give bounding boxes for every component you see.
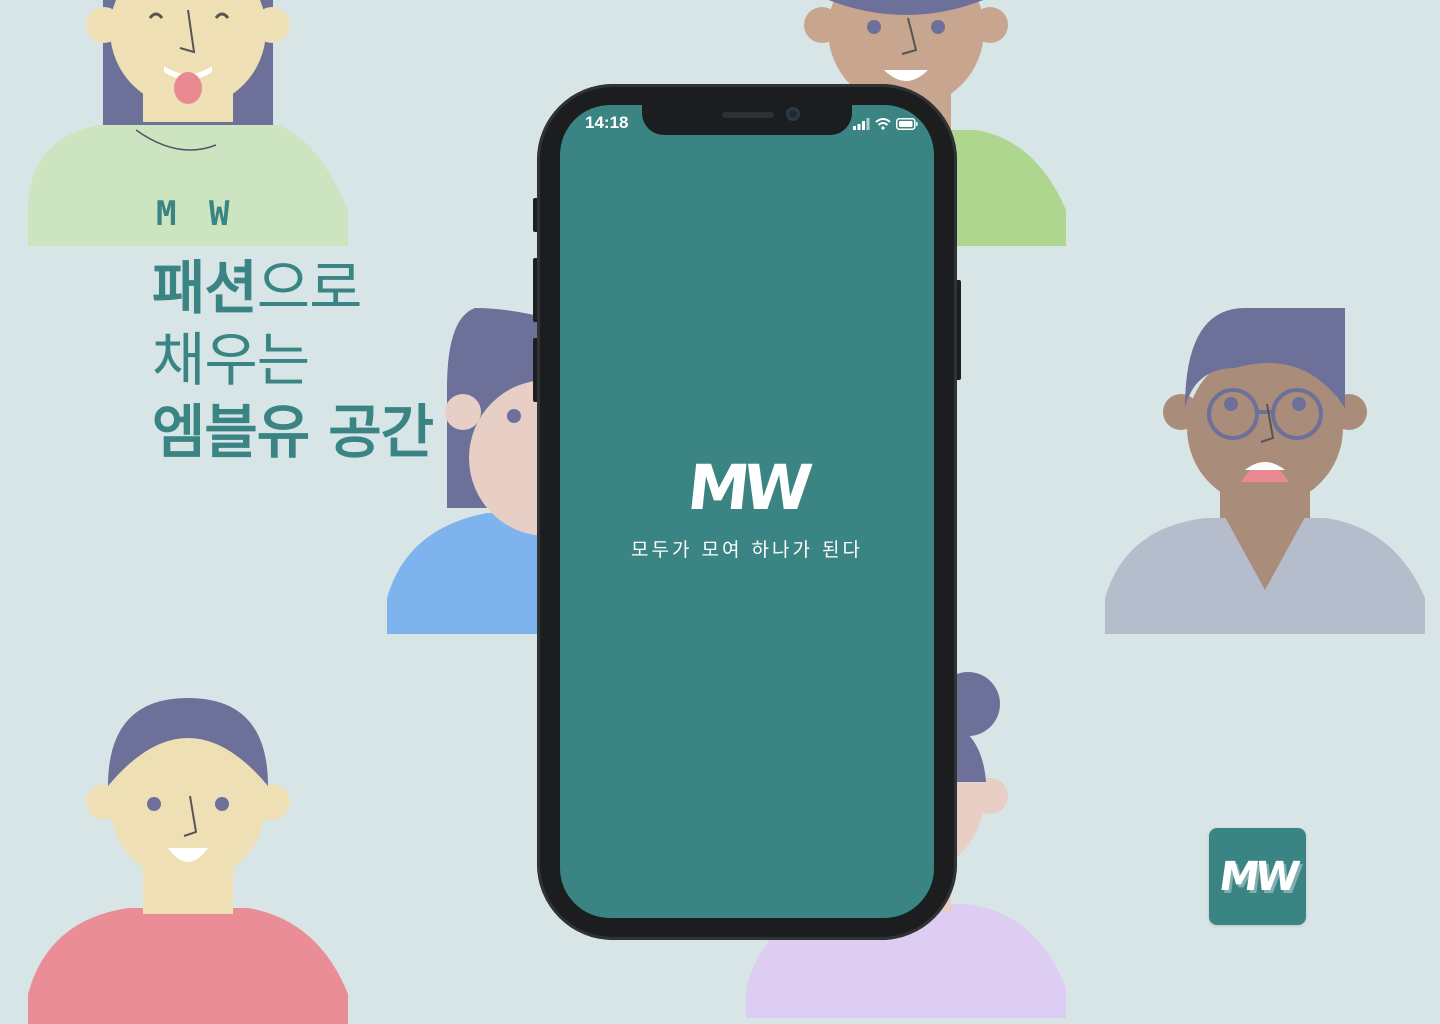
front-camera (786, 107, 800, 121)
phone-frame: 14:18 MW 모두가 모여 하나가 된다 (537, 84, 957, 940)
battery-icon (896, 115, 918, 134)
status-icons (853, 115, 918, 134)
shirt-logo-text: M W (156, 194, 236, 234)
headline-line-3: 엠블유 공간 (152, 398, 434, 466)
phone-notch (642, 105, 852, 135)
app-icon[interactable]: MW (1209, 828, 1306, 925)
status-time: 14:18 (585, 113, 629, 132)
phone-screen[interactable]: 14:18 MW 모두가 모여 하나가 된다 (560, 105, 934, 918)
headline: 패션으로 채우는 엠블유 공간 (152, 252, 434, 468)
avatar-glasses-man (1105, 308, 1427, 634)
headline-line-2: 채우는 (152, 326, 310, 394)
avatar-bottom-left (28, 698, 350, 1024)
tagline: 모두가 모여 하나가 된다 (631, 539, 863, 561)
speaker-grille (722, 112, 774, 118)
headline-line-1: 패션으로 (152, 254, 362, 322)
wifi-icon (875, 115, 891, 134)
signal-icon (853, 115, 870, 134)
app-icon-label: MW (1216, 854, 1299, 900)
mw-logo: MW (684, 451, 810, 524)
